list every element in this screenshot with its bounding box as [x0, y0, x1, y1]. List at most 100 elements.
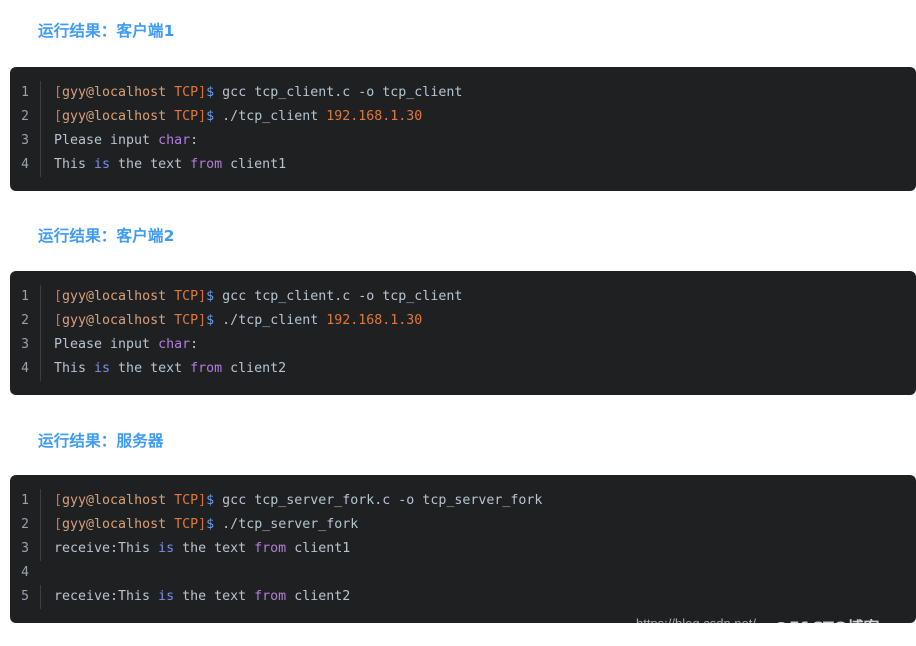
code-line-content: Please input char:	[40, 129, 916, 153]
section-heading-server: 运行结果：服务器	[38, 432, 164, 450]
code-token: TCP	[174, 85, 199, 100]
code-line: 3 Please input char:	[10, 333, 916, 357]
code-token: char	[158, 337, 191, 352]
page-root: 运行结果：客户端1 1 [gyy@localhost TCP]$ gcc tcp_…	[0, 0, 916, 646]
section-heading-client1: 运行结果：客户端1	[38, 22, 175, 40]
code-token: Please input	[54, 133, 159, 148]
code-line-content: [gyy@localhost TCP]$ ./tcp_client 192.16…	[40, 105, 916, 129]
line-number: 2	[21, 313, 29, 328]
code-line-content: [gyy@localhost TCP]$ ./tcp_client 192.16…	[40, 309, 916, 333]
code-line-content: receive:This is the text from client2	[40, 585, 916, 609]
code-block-server[interactable]: 1 [gyy@localhost TCP]$ gcc tcp_server_for…	[10, 475, 916, 623]
code-token: TCP	[174, 313, 199, 328]
code-line: 1 [gyy@localhost TCP]$ gcc tcp_server_for…	[10, 489, 916, 513]
code-token: $	[206, 85, 215, 100]
code-token: ./tcp_client	[214, 109, 327, 124]
code-token: the text	[174, 541, 255, 556]
code-token: ]	[198, 85, 207, 100]
code-token: from	[254, 541, 287, 556]
code-line-content: This is the text from client2	[40, 357, 916, 381]
code-token: TCP	[174, 109, 199, 124]
code-token: client2	[222, 361, 287, 376]
code-token: gyy@localhost	[62, 109, 167, 124]
code-token: This	[54, 361, 95, 376]
code-token: client2	[286, 589, 351, 604]
code-line: 2 [gyy@localhost TCP]$ ./tcp_client 192.1…	[10, 105, 916, 129]
code-line-content: [gyy@localhost TCP]$ ./tcp_server_fork	[40, 513, 916, 537]
code-token: from	[190, 157, 223, 172]
code-token: gcc tcp_client.c -o tcp_client	[214, 289, 463, 304]
code-line: 2 [gyy@localhost TCP]$ ./tcp_server_fork	[10, 513, 916, 537]
code-token: ./tcp_client	[214, 313, 327, 328]
code-token: ]	[198, 289, 207, 304]
line-number: 4	[21, 361, 29, 376]
code-token: gyy@localhost	[62, 313, 167, 328]
code-line: 4 This is the text from client1	[10, 153, 916, 177]
line-number: 2	[21, 109, 29, 124]
code-token: $	[206, 289, 215, 304]
code-line: 1 [gyy@localhost TCP]$ gcc tcp_client.c -…	[10, 285, 916, 309]
code-token: [	[54, 289, 63, 304]
line-number: 5	[21, 589, 29, 604]
line-number: 3	[21, 133, 29, 148]
code-token: $	[206, 313, 215, 328]
code-token: [	[54, 313, 63, 328]
code-token: ]	[198, 493, 207, 508]
code-token: Please input	[54, 337, 159, 352]
code-token: ./tcp_server_fork	[214, 517, 359, 532]
code-token: This	[54, 157, 95, 172]
line-number: 3	[21, 541, 29, 556]
code-token: receive:This	[54, 541, 159, 556]
code-line: 4 This is the text from client2	[10, 357, 916, 381]
code-block-client2[interactable]: 1 [gyy@localhost TCP]$ gcc tcp_client.c -…	[10, 271, 916, 395]
code-token: gyy@localhost	[62, 517, 167, 532]
code-line: 5 receive:This is the text from client2	[10, 585, 916, 609]
code-line-content: receive:This is the text from client1	[40, 537, 916, 561]
code-token: TCP	[174, 517, 199, 532]
line-number: 4	[21, 157, 29, 172]
code-line: 3 receive:This is the text from client1	[10, 537, 916, 561]
code-line: 2 [gyy@localhost TCP]$ ./tcp_client 192.1…	[10, 309, 916, 333]
line-number: 2	[21, 517, 29, 532]
code-line: 1 [gyy@localhost TCP]$ gcc tcp_client.c -…	[10, 81, 916, 105]
section-heading-client2: 运行结果：客户端2	[38, 227, 175, 245]
code-token: is	[94, 157, 111, 172]
code-token: gcc tcp_client.c -o tcp_client	[214, 85, 463, 100]
code-token: gyy@localhost	[62, 85, 167, 100]
code-line-content: Please input char:	[40, 333, 916, 357]
code-token: ]	[198, 109, 207, 124]
code-token: TCP	[174, 493, 199, 508]
code-token: $	[206, 109, 215, 124]
code-token: the text	[110, 157, 191, 172]
code-token: client1	[286, 541, 351, 556]
code-block-client1[interactable]: 1 [gyy@localhost TCP]$ gcc tcp_client.c -…	[10, 67, 916, 191]
code-token: gyy@localhost	[62, 493, 167, 508]
code-token: $	[206, 517, 215, 532]
code-token: from	[254, 589, 287, 604]
bottom-strip	[0, 638, 916, 646]
code-token: TCP	[174, 289, 199, 304]
code-token: :	[190, 337, 199, 352]
code-token: the text	[110, 361, 191, 376]
code-line-content: [gyy@localhost TCP]$ gcc tcp_server_fork…	[40, 489, 916, 513]
code-token: gyy@localhost	[62, 289, 167, 304]
code-line-content: [gyy@localhost TCP]$ gcc tcp_client.c -o…	[40, 285, 916, 309]
code-token: is	[158, 541, 175, 556]
code-token: [	[54, 85, 63, 100]
line-number: 4	[21, 565, 29, 580]
code-token: is	[94, 361, 111, 376]
code-token: ]	[198, 517, 207, 532]
code-token: [	[54, 517, 63, 532]
code-token: [	[54, 493, 63, 508]
line-number: 1	[21, 493, 29, 508]
code-token: :	[190, 133, 199, 148]
code-token: gcc tcp_server_fork.c -o tcp_server_fork	[214, 493, 543, 508]
code-token: client1	[222, 157, 287, 172]
code-line-content: This is the text from client1	[40, 153, 916, 177]
code-token: $	[206, 493, 215, 508]
